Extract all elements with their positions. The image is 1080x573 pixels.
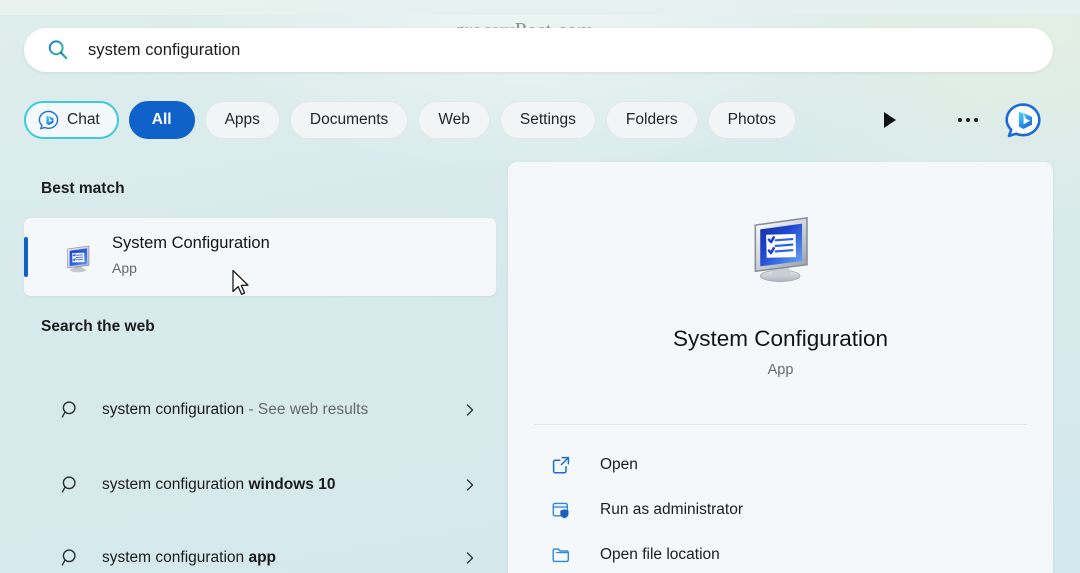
web-result-text: system configuration app	[102, 547, 422, 569]
chevron-right-icon	[466, 479, 474, 491]
filter-pill-documents-label: Documents	[309, 111, 389, 128]
more-options-button[interactable]	[952, 110, 984, 130]
search-input-value[interactable]: system configuration	[88, 41, 240, 60]
web-result-item[interactable]: system configuration app	[24, 530, 496, 573]
filter-pill-web-label: Web	[438, 111, 470, 128]
web-result-query: system configuration	[102, 476, 249, 493]
web-result-suffix: - See web results	[244, 401, 369, 418]
play-arrow-icon	[884, 112, 896, 128]
shield-window-icon	[552, 502, 569, 519]
action-open-label: Open	[600, 456, 638, 473]
web-result-text: system configuration windows 10	[102, 474, 422, 496]
web-result-item[interactable]: system configuration windows 10	[24, 457, 496, 513]
web-result-text: system configuration - See web results	[102, 399, 422, 421]
web-result-suffix: app	[248, 549, 277, 566]
bing-chat-button[interactable]	[1003, 101, 1043, 141]
filter-pill-all[interactable]: All	[128, 101, 195, 139]
filter-pill-web[interactable]: Web	[418, 101, 490, 139]
external-link-icon	[552, 456, 570, 474]
detail-app-subtitle: App	[767, 362, 794, 378]
action-run-as-administrator[interactable]: Run as administrator	[508, 487, 1053, 533]
action-open[interactable]: Open	[508, 442, 1053, 488]
folder-icon	[552, 548, 569, 563]
filter-pill-chat-label: Chat	[67, 111, 100, 128]
best-match-result[interactable]: System Configuration App	[24, 218, 496, 296]
filter-pill-photos[interactable]: Photos	[707, 101, 796, 139]
filter-pill-settings[interactable]: Settings	[499, 101, 596, 139]
filter-pill-apps[interactable]: Apps	[204, 101, 280, 139]
results-column: Best match System Configuration App Sear…	[24, 166, 496, 573]
filter-pill-all-label: All	[151, 111, 172, 128]
web-result-query: system configuration	[102, 401, 245, 418]
bing-chat-icon	[38, 110, 59, 129]
detail-divider	[534, 424, 1027, 425]
filter-pill-documents[interactable]: Documents	[289, 101, 409, 139]
app-detail-panel: System Configuration App Open Run as adm…	[508, 162, 1053, 573]
best-match-subtitle: App	[112, 260, 137, 276]
filter-pill-chat[interactable]: Chat	[24, 101, 119, 139]
search-icon	[61, 401, 76, 418]
ellipsis-icon	[974, 118, 978, 122]
filter-pill-folders[interactable]: Folders	[605, 101, 698, 139]
background-top-strip	[0, 0, 1080, 15]
action-run-as-administrator-label: Run as administrator	[600, 501, 744, 518]
bing-chat-icon	[1005, 103, 1041, 138]
filter-pill-settings-label: Settings	[519, 111, 576, 128]
detail-app-title: System Configuration	[672, 326, 889, 351]
filter-pill-photos-label: Photos	[727, 111, 776, 128]
filter-pill-folders-label: Folders	[625, 111, 678, 128]
web-result-item[interactable]: system configuration - See web results	[24, 382, 496, 438]
best-match-title: System Configuration	[112, 234, 270, 252]
best-match-heading: Best match	[41, 180, 125, 197]
search-icon	[61, 549, 76, 566]
filter-pill-apps-label: Apps	[224, 111, 260, 128]
action-open-file-location[interactable]: Open file location	[508, 532, 1053, 573]
ellipsis-icon	[966, 118, 970, 122]
filter-overflow-button[interactable]	[878, 108, 902, 132]
ellipsis-icon	[958, 118, 962, 122]
chevron-right-icon	[466, 404, 474, 416]
search-box[interactable]: system configuration	[24, 28, 1053, 72]
web-result-suffix: windows 10	[248, 476, 336, 493]
chevron-right-icon	[466, 552, 474, 564]
action-open-file-location-label: Open file location	[600, 546, 720, 563]
system-configuration-app-icon	[67, 245, 90, 273]
system-configuration-app-icon	[754, 216, 808, 282]
search-icon	[61, 476, 76, 493]
selection-indicator	[24, 237, 28, 277]
search-the-web-heading: Search the web	[41, 318, 155, 335]
search-icon	[48, 40, 68, 60]
web-result-query: system configuration	[102, 549, 249, 566]
